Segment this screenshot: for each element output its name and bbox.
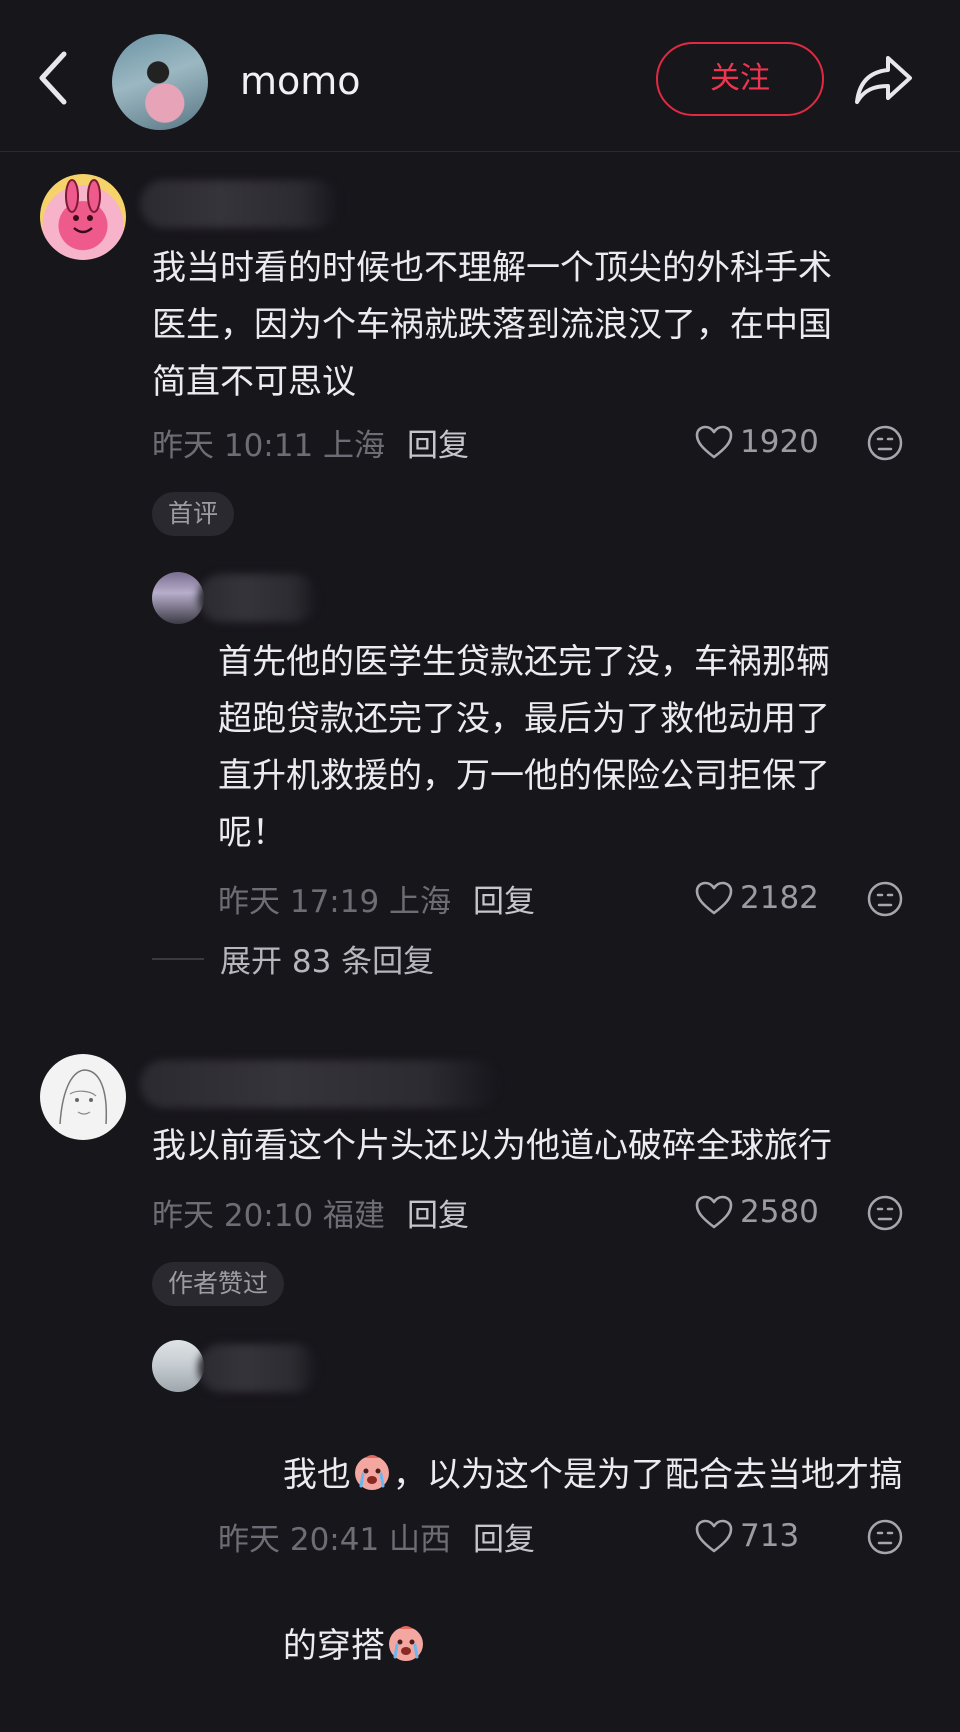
reply-text: 首先他的医学生贷款还完了没，车祸那辆 超跑贷款还完了没，最后为了救他动用了 直升… [218, 642, 830, 853]
reply-text-part: 我也 [282, 1455, 351, 1495]
replier-avatar[interactable] [152, 572, 204, 624]
like-button[interactable]: 2182 [694, 876, 819, 920]
like-count: 1920 [740, 424, 819, 460]
reply-meta: 昨天 17:19 上海 回复 [218, 876, 535, 921]
crying-emoji-icon [388, 1626, 423, 1661]
comment-meta: 昨天 10:11 上海 回复 [152, 420, 469, 465]
comment-meta: 昨天 20:10 福建 回复 [152, 1190, 469, 1235]
replier-name-blurred [198, 1344, 318, 1392]
comment-time-location: 昨天 20:10 福建 [152, 1198, 386, 1234]
commenter-name-blurred [140, 1060, 500, 1108]
heart-icon [695, 881, 733, 915]
reply-text: 我也 ，以为这个是为了配合去当地才搞 的穿搭 [218, 1390, 918, 1732]
first-comment-badge: 首评 [152, 492, 235, 536]
like-count: 2182 [740, 880, 819, 916]
reply-meta: 昨天 20:41 山西 回复 [218, 1514, 535, 1559]
author-avatar[interactable] [112, 34, 208, 130]
heart-icon [695, 1519, 733, 1553]
commenter-avatar[interactable] [40, 174, 126, 260]
comment-text: 我以前看这个片头还以为他道心破碎全球旅行 [152, 1126, 832, 1166]
replier-avatar[interactable] [152, 1340, 204, 1392]
top-bar: momo 关注 [0, 0, 960, 152]
commenter-name-blurred [140, 180, 340, 228]
reply-text-part: ，以为这个是为了配合去当地才搞 [392, 1455, 903, 1495]
heart-icon [695, 425, 733, 459]
expand-replies-label: 展开 83 条回复 [220, 944, 435, 980]
reply-time-location: 昨天 20:41 山西 [218, 1522, 452, 1558]
reply-button[interactable]: 回复 [407, 428, 469, 464]
author-username[interactable]: momo [240, 56, 361, 106]
dislike-face-icon[interactable] [866, 1518, 904, 1556]
expand-divider [152, 957, 204, 960]
comment-time-location: 昨天 10:11 上海 [152, 428, 386, 464]
dislike-face-icon[interactable] [866, 1194, 904, 1232]
like-button[interactable]: 2580 [694, 1190, 819, 1234]
heart-icon [695, 1195, 733, 1229]
dislike-face-icon[interactable] [866, 424, 904, 462]
reply-button[interactable]: 回复 [473, 884, 535, 920]
pink-rabbit-icon [65, 179, 101, 234]
crying-emoji-icon [354, 1455, 389, 1490]
like-button[interactable]: 1920 [694, 420, 819, 464]
sketch-portrait-icon [59, 1069, 108, 1125]
back-button[interactable] [30, 46, 80, 110]
reply-text-part: 的穿搭 [282, 1626, 385, 1666]
reply-button[interactable]: 回复 [407, 1198, 469, 1234]
share-button[interactable] [852, 48, 916, 112]
like-count: 713 [740, 1518, 800, 1554]
like-button[interactable]: 713 [694, 1514, 799, 1558]
replier-name-blurred [198, 574, 318, 622]
reply-time-location: 昨天 17:19 上海 [218, 884, 452, 920]
chevron-left-icon [39, 51, 67, 105]
share-icon [855, 56, 912, 104]
comment-text: 我当时看的时候也不理解一个顶尖的外科手术 医生，因为个车祸就跌落到流浪汉了，在中… [152, 248, 832, 402]
author-liked-badge: 作者赞过 [152, 1262, 285, 1306]
commenter-avatar[interactable] [40, 1054, 126, 1140]
follow-button[interactable]: 关注 [656, 42, 824, 116]
like-count: 2580 [740, 1194, 819, 1230]
reply-button[interactable]: 回复 [473, 1522, 535, 1558]
dislike-face-icon[interactable] [866, 880, 904, 918]
expand-replies-button[interactable]: 展开 83 条回复 [152, 936, 434, 981]
